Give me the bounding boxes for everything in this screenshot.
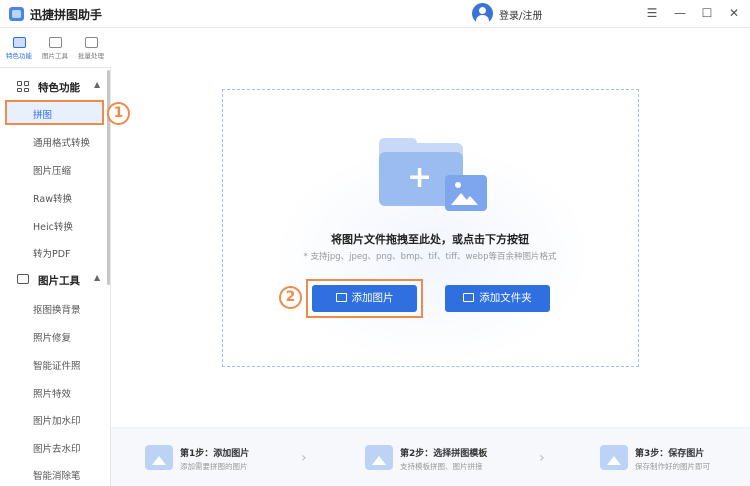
minimize-icon[interactable]: — (671, 4, 689, 22)
tab-image-tools-label: 图片工具 (42, 52, 68, 60)
sidebar-section-image-tools[interactable]: 图片工具 ▲ (0, 269, 107, 291)
chevron-right-icon: › (301, 450, 307, 466)
grid-icon (12, 37, 26, 48)
sidebar-item-pdf[interactable]: 转为PDF (33, 246, 71, 260)
image-tools-icon (17, 274, 29, 284)
sidebar-item-repair[interactable]: 照片修复 (33, 330, 71, 344)
sidebar-section-featured[interactable]: 特色功能 ▲ (0, 76, 107, 98)
top-nav: 特色功能 图片工具 批量处理 (0, 28, 111, 68)
steps-footer: 第1步：添加图片 添加需要拼图的图片 › 第2步：选择拼图模板 支持模板拼图、图… (111, 427, 750, 486)
drop-zone-hint: * 支持jpg、jpeg、png、bmp、tif、tiff、webp等百余种图片… (303, 252, 557, 262)
sidebar-item-label: 拼图 (33, 110, 53, 121)
menu-icon[interactable]: ☰ (643, 4, 661, 22)
tab-batch[interactable]: 批量处理 (73, 32, 109, 66)
app-logo-icon (9, 7, 24, 21)
tab-featured[interactable]: 特色功能 (1, 32, 37, 66)
user-avatar-icon[interactable] (472, 3, 493, 24)
sidebar-item-eraser[interactable]: 智能消除笔 (33, 468, 81, 482)
step-3-desc: 保存制作好的图片即可 (635, 462, 710, 471)
step-1-desc: 添加需要拼图的图片 (180, 462, 248, 471)
sidebar-item-raw[interactable]: Raw转换 (33, 191, 72, 205)
step-1-title: 第1步：添加图片 (180, 449, 250, 459)
template-step-icon (365, 445, 393, 470)
step-2-desc: 支持模板拼图、图片拼接 (400, 462, 483, 471)
add-folder-icon (463, 293, 475, 302)
close-icon[interactable]: ✕ (725, 4, 743, 22)
save-step-icon (600, 445, 628, 470)
sidebar-item-compress[interactable]: 图片压缩 (33, 163, 71, 177)
plus-icon: + (407, 160, 433, 195)
step-badge-1: 1 (107, 102, 130, 125)
section-title: 特色功能 (38, 82, 80, 94)
tab-image-tools[interactable]: 图片工具 (37, 32, 73, 66)
step-3-title: 第3步：保存图片 (635, 449, 705, 459)
tab-batch-label: 批量处理 (78, 52, 104, 60)
title-bar: 迅捷拼图助手 登录/注册 ☰ — ☐ ✕ (0, 0, 750, 28)
sidebar-scrollbar[interactable] (107, 70, 110, 285)
add-folder-label: 添加文件夹 (479, 292, 532, 304)
sidebar-item-cutout[interactable]: 抠图换背景 (33, 302, 81, 316)
sidebar-item-format-convert[interactable]: 通用格式转换 (33, 135, 90, 149)
sidebar-item-effects[interactable]: 照片特效 (33, 386, 71, 400)
step-badge-2: 2 (279, 286, 302, 309)
sidebar: 特色功能 ▲ 拼图 通用格式转换 图片压缩 Raw转换 Heic转换 转为PDF… (0, 68, 111, 486)
sidebar-item-id-photo[interactable]: 智能证件照 (33, 358, 81, 372)
image-icon (335, 293, 347, 302)
chevron-up-icon: ▲ (94, 80, 101, 89)
image-tools-icon (48, 37, 62, 48)
sidebar-item-add-watermark[interactable]: 图片加水印 (33, 413, 81, 427)
section-title: 图片工具 (38, 275, 80, 287)
chevron-right-icon: › (539, 450, 545, 466)
sidebar-item-remove-watermark[interactable]: 图片去水印 (33, 441, 81, 455)
batch-icon (84, 37, 98, 48)
tab-featured-label: 特色功能 (6, 52, 32, 60)
drop-zone-title: 将图片文件拖拽至此处，或点击下方按钮 (331, 233, 529, 246)
drop-zone[interactable]: + 将图片文件拖拽至此处，或点击下方按钮 * 支持jpg、jpeg、png、bm… (222, 89, 639, 367)
chevron-up-icon: ▲ (94, 273, 101, 282)
add-image-label: 添加图片 (351, 292, 394, 304)
add-folder-button[interactable]: 添加文件夹 (445, 285, 550, 312)
sidebar-item-heic[interactable]: Heic转换 (33, 219, 73, 233)
add-image-button[interactable]: 添加图片 (312, 285, 417, 312)
sidebar-item-collage[interactable]: 拼图 (5, 100, 104, 125)
maximize-icon[interactable]: ☐ (698, 4, 716, 22)
step-2-title: 第2步：选择拼图模板 (400, 449, 488, 459)
image-icon (445, 175, 487, 211)
login-link[interactable]: 登录/注册 (499, 7, 542, 22)
add-image-step-icon (145, 445, 173, 470)
app-title: 迅捷拼图助手 (30, 8, 103, 22)
grid-icon (17, 81, 29, 92)
